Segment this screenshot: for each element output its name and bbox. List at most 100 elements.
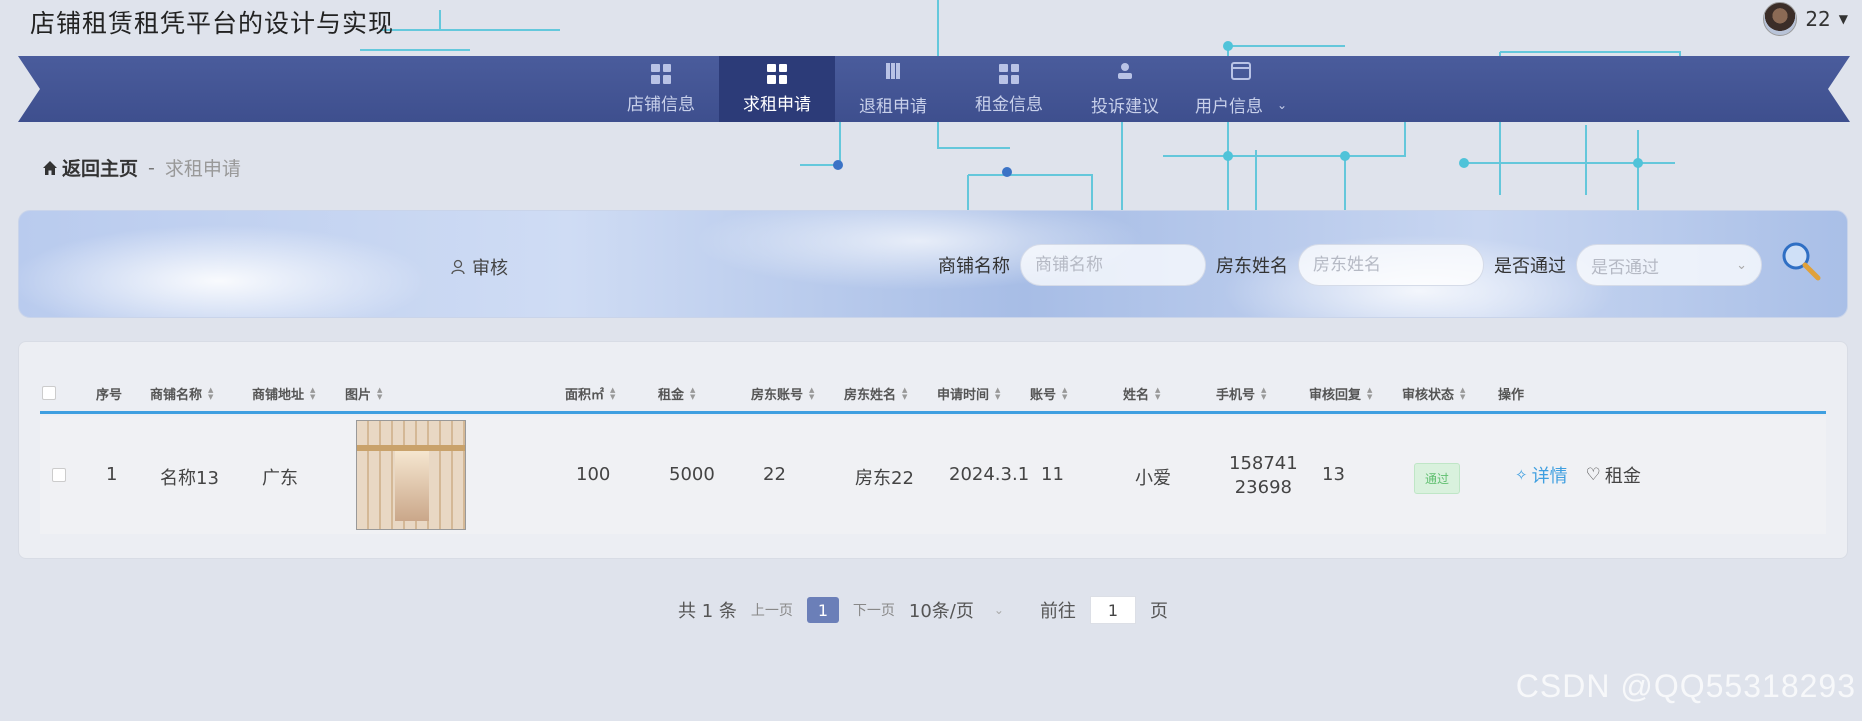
header-index: 序号 xyxy=(96,388,123,403)
nav-item-user-info[interactable]: 用户信息 ⌄ xyxy=(1183,56,1299,122)
breadcrumb-separator: - xyxy=(148,156,155,179)
header-label: 商铺地址 xyxy=(252,388,305,403)
shop-thumbnail[interactable] xyxy=(356,420,466,530)
passed-label: 是否通过 xyxy=(1494,256,1566,277)
main-nav: 店铺信息 求租申请 退租申请 租金信息 投诉建议 用户信息 ⌄ xyxy=(0,56,1862,122)
header-label: 审核状态 xyxy=(1402,388,1455,403)
user-menu[interactable]: 22 ▼ xyxy=(1763,2,1848,36)
pagination-total: 共 1 条 xyxy=(678,601,737,622)
sort-icon: ▲ ▼ xyxy=(809,385,815,401)
select-all-checkbox[interactable] xyxy=(42,386,56,400)
sort-icon: ▲ ▼ xyxy=(1261,385,1267,401)
header-ops: 操作 xyxy=(1498,388,1525,403)
prev-page-button[interactable]: 上一页 xyxy=(751,600,793,620)
audit-button[interactable]: 审核 xyxy=(450,254,508,280)
nav-item-complaints[interactable]: 投诉建议 xyxy=(1067,56,1183,122)
header-account[interactable]: 账号 ▲ ▼ xyxy=(1030,384,1067,403)
header-reply[interactable]: 审核回复 ▲ ▼ xyxy=(1309,384,1372,403)
breadcrumb-current: 求租申请 xyxy=(164,158,241,180)
landlord-name-input[interactable] xyxy=(1298,244,1484,286)
header-name[interactable]: 姓名 ▲ ▼ xyxy=(1123,384,1160,403)
avatar[interactable] xyxy=(1763,2,1798,36)
header-area[interactable]: 面积㎡ ▲ ▼ xyxy=(565,384,615,403)
table-header: 序号 商铺名称 ▲ ▼ 商铺地址 ▲ ▼ 图片 ▲ ▼ 面积㎡ ▲ ▼ 租金 ▲ ▼ 房东账号 ▲ ▼ … xyxy=(40,372,1826,414)
cell-apply-time: 2024.3.1 xyxy=(949,464,1030,485)
goto-unit: 页 xyxy=(1149,601,1168,622)
grid-icon xyxy=(651,63,671,84)
cell-rent: 5000 xyxy=(669,464,715,485)
header-status[interactable]: 审核状态 ▲ ▼ xyxy=(1402,384,1465,403)
watermark: CSDN @QQ55318293 xyxy=(1515,668,1856,704)
passed-select[interactable]: 是否通过 ⌄ xyxy=(1576,244,1762,286)
cell-shop-address: 广东 xyxy=(262,468,298,489)
nav-item-label: 用户信息 xyxy=(1194,97,1263,117)
nav-item-shop-info[interactable]: 店铺信息 xyxy=(603,56,719,122)
sort-icon: ▲ ▼ xyxy=(1155,385,1161,401)
header-image[interactable]: 图片 ▲ ▼ xyxy=(345,384,382,403)
pagination: 共 1 条 上一页 1 下一页 10条/页 ⌄ 前往 页 xyxy=(678,596,1168,624)
page-size-select[interactable]: 10条/页 ⌄ xyxy=(909,597,1004,623)
shop-name-input[interactable] xyxy=(1020,244,1206,286)
chevron-down-icon: ⌄ xyxy=(993,603,1004,617)
cell-phone: 158741 23698 xyxy=(1229,452,1298,500)
sort-icon: ▲ ▼ xyxy=(208,385,214,401)
cell-image[interactable] xyxy=(356,420,466,530)
next-page-button[interactable]: 下一页 xyxy=(853,600,895,620)
header-shop-address[interactable]: 商铺地址 ▲ ▼ xyxy=(252,384,315,403)
chevron-down-icon: ⌄ xyxy=(1736,257,1747,273)
header-apply-time[interactable]: 申请时间 ▲ ▼ xyxy=(937,384,1000,403)
sort-icon: ▲ ▼ xyxy=(610,385,616,401)
detail-button-label: 详情 xyxy=(1531,466,1568,487)
header-rent[interactable]: 租金 ▲ ▼ xyxy=(658,384,695,403)
header-shop-name[interactable]: 商铺名称 ▲ ▼ xyxy=(150,384,213,403)
nav-item-rent-info[interactable]: 租金信息 xyxy=(951,56,1067,122)
page-number-current[interactable]: 1 xyxy=(806,597,839,623)
sort-icon: ▲ ▼ xyxy=(377,385,383,401)
person-icon xyxy=(1115,61,1135,86)
nav-item-rent-request[interactable]: 求租申请 xyxy=(719,56,835,122)
detail-button[interactable]: ✧ 详情 xyxy=(1515,462,1568,488)
goto-page-input[interactable] xyxy=(1089,596,1136,624)
home-icon xyxy=(43,160,57,175)
rent-button-label: 租金 xyxy=(1604,466,1641,487)
nav-item-label: 投诉建议 xyxy=(1091,97,1159,117)
card-icon xyxy=(1230,61,1252,86)
app-title: 店铺租赁租凭平台的设计与实现 xyxy=(30,9,395,38)
nav-item-return-request[interactable]: 退租申请 xyxy=(835,56,951,122)
header-label: 账号 xyxy=(1030,388,1057,403)
shop-name-label: 商铺名称 xyxy=(938,256,1010,277)
sort-icon: ▲ ▼ xyxy=(1062,385,1068,401)
sparkle-icon: ✧ xyxy=(1515,466,1528,484)
header-label: 手机号 xyxy=(1216,388,1256,403)
header-landlord-name[interactable]: 房东姓名 ▲ ▼ xyxy=(844,384,907,403)
table-row: 1 名称13 广东 100 5000 22 房东22 2024.3.1 11 小… xyxy=(40,416,1826,534)
header-label: 姓名 xyxy=(1123,388,1150,403)
header-label: 房东账号 xyxy=(751,388,804,403)
rent-button[interactable]: ♡ 租金 xyxy=(1586,462,1641,488)
search-button[interactable] xyxy=(1780,240,1822,282)
nav-item-label: 租金信息 xyxy=(975,94,1043,115)
cell-ops: ✧ 详情 ♡ 租金 xyxy=(1515,462,1641,488)
header-landlord-account[interactable]: 房东账号 ▲ ▼ xyxy=(751,384,814,403)
cell-index: 1 xyxy=(106,464,118,485)
row-checkbox[interactable] xyxy=(52,468,66,482)
header-label: 面积㎡ xyxy=(565,388,605,403)
header-label: 房东姓名 xyxy=(844,388,897,403)
audit-button-label: 审核 xyxy=(472,258,508,279)
status-badge: 通过 xyxy=(1414,463,1461,494)
search-icon xyxy=(1782,242,1821,281)
header-label: 审核回复 xyxy=(1309,388,1362,403)
header-phone[interactable]: 手机号 ▲ ▼ xyxy=(1216,384,1266,403)
header-label: 商铺名称 xyxy=(150,388,203,403)
breadcrumb: 返回主页 - 求租申请 xyxy=(42,154,241,181)
cell-name: 小爱 xyxy=(1135,468,1171,489)
book-icon xyxy=(883,61,903,86)
search-passed-group: 是否通过 是否通过 ⌄ xyxy=(1494,244,1762,286)
cell-account: 11 xyxy=(1041,464,1064,485)
heart-icon: ♡ xyxy=(1585,465,1601,485)
cell-status: 通过 xyxy=(1414,463,1461,494)
sort-icon: ▲ ▼ xyxy=(310,385,316,401)
breadcrumb-home[interactable]: 返回主页 xyxy=(42,154,138,181)
user-name: 22 xyxy=(1805,7,1831,31)
cell-landlord-account: 22 xyxy=(763,464,786,485)
